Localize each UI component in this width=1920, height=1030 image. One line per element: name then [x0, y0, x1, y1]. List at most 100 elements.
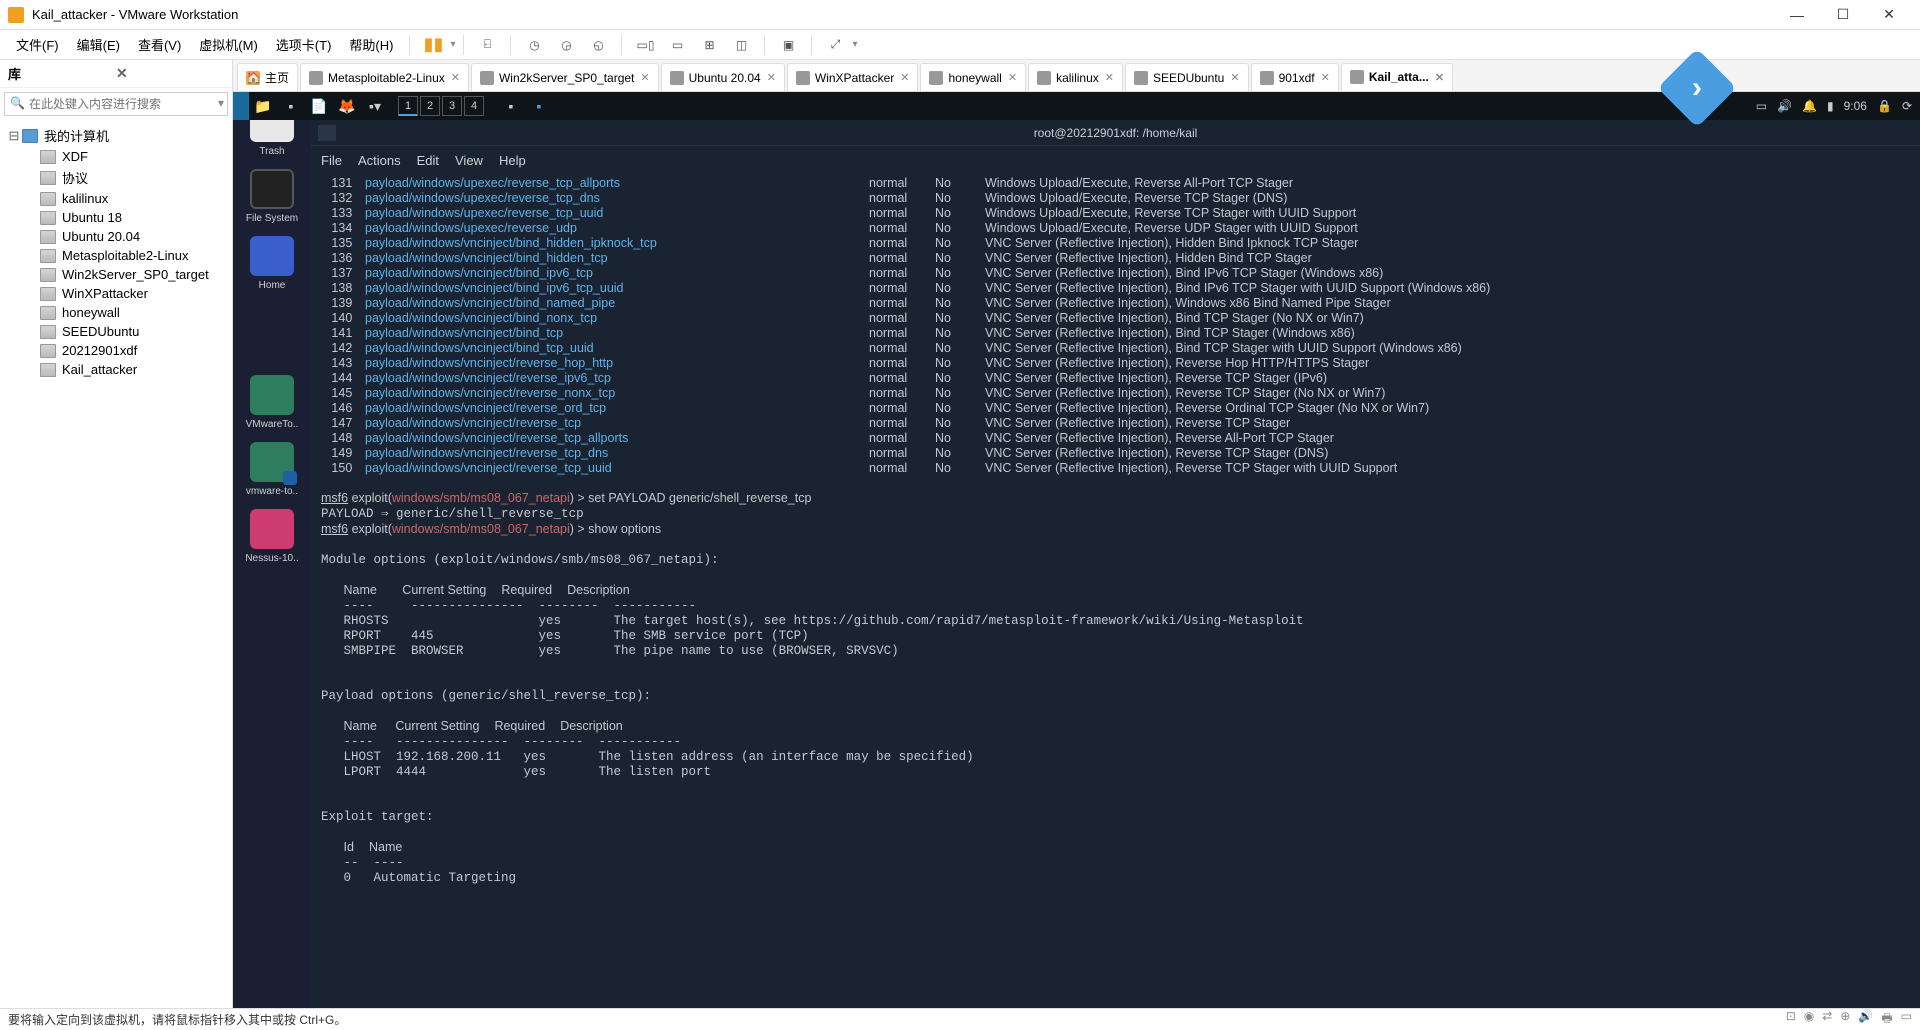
vmware-icon: [8, 7, 24, 23]
terminal-titlebar[interactable]: root@20212901xdf: /home/kail: [311, 120, 1920, 146]
fullscreen-icon[interactable]: ▣: [776, 33, 800, 57]
tree-item[interactable]: kalilinux: [0, 189, 232, 208]
stretch-icon[interactable]: ⤢: [823, 33, 847, 57]
view-multimonitor-icon[interactable]: ◫: [729, 33, 753, 57]
firefox-icon[interactable]: 🦊: [335, 94, 359, 118]
send-ctrl-alt-del-icon[interactable]: ⍇: [475, 33, 499, 57]
status-disk-icon[interactable]: ⊡: [1786, 1009, 1796, 1030]
tree-root[interactable]: ⊟ 我的计算机: [0, 124, 232, 147]
battery-icon[interactable]: ▮: [1827, 99, 1834, 113]
close-button[interactable]: ✕: [1866, 0, 1912, 30]
terminal-titlebar-icon: [318, 125, 336, 141]
vm-display[interactable]: 📁 ▪ 📄 🦊 ▪▾ 1 2 3 4 ▪ ▪ ▭ 🔊 🔔 ▮ 9:06: [233, 92, 1920, 1008]
snapshot-icon[interactable]: ◷: [522, 33, 546, 57]
tree-item[interactable]: honeywall: [0, 303, 232, 322]
tree-item[interactable]: Ubuntu 18: [0, 208, 232, 227]
pause-icon[interactable]: ▮▮: [421, 33, 445, 57]
search-dropdown-icon[interactable]: ▾: [218, 96, 224, 110]
tab-close-icon[interactable]: ✕: [900, 71, 909, 84]
notifications-icon[interactable]: 🔔: [1802, 99, 1817, 113]
desktop-filesystem[interactable]: File System: [242, 169, 302, 224]
tab-close-icon[interactable]: ✕: [451, 71, 460, 84]
term-menu-view[interactable]: View: [455, 153, 483, 168]
menu-tabs[interactable]: 选项卡(T): [268, 31, 340, 58]
sidebar-close-icon[interactable]: ✕: [116, 65, 224, 82]
window-titlebar: Kail_attacker - VMware Workstation — ☐ ✕: [0, 0, 1920, 30]
tab[interactable]: Kail_atta...✕: [1341, 63, 1453, 91]
tab[interactable]: kalilinux✕: [1028, 63, 1123, 91]
desktop-nessus[interactable]: Nessus-10..: [242, 509, 302, 564]
minimize-button[interactable]: —: [1774, 0, 1820, 30]
term-menu-actions[interactable]: Actions: [358, 153, 401, 168]
menu-file[interactable]: 文件(F): [8, 31, 67, 58]
workspace-1[interactable]: 1: [398, 96, 418, 116]
app-terminal-task-icon[interactable]: ▪: [499, 94, 523, 118]
tree-item[interactable]: WinXPattacker: [0, 284, 232, 303]
maximize-button[interactable]: ☐: [1820, 0, 1866, 30]
status-sound-icon[interactable]: 🔊: [1858, 1009, 1873, 1030]
kali-menu-icon[interactable]: [233, 92, 249, 120]
expand-icon[interactable]: ⊟: [8, 128, 20, 144]
term-menu-file[interactable]: File: [321, 153, 342, 168]
tab[interactable]: WinXPattacker✕: [787, 63, 919, 91]
menu-vm[interactable]: 虚拟机(M): [191, 31, 266, 58]
files-icon[interactable]: 📁: [251, 94, 275, 118]
view-console-icon[interactable]: ▭▯: [633, 33, 657, 57]
terminal-icon[interactable]: ▪: [279, 94, 303, 118]
tree-item[interactable]: Win2kServer_SP0_target: [0, 265, 232, 284]
tree-item[interactable]: Metasploitable2-Linux: [0, 246, 232, 265]
tab-close-icon[interactable]: ✕: [1105, 71, 1114, 84]
term-menu-help[interactable]: Help: [499, 153, 526, 168]
tree-item[interactable]: Kail_attacker: [0, 360, 232, 379]
status-display-icon[interactable]: ▭: [1901, 1009, 1912, 1030]
view-thumbnail-icon[interactable]: ⊞: [697, 33, 721, 57]
tab[interactable]: Ubuntu 20.04✕: [661, 63, 785, 91]
tree-item[interactable]: 20212901xdf: [0, 341, 232, 360]
status-usb-icon[interactable]: ⊕: [1840, 1009, 1850, 1030]
tab[interactable]: SEEDUbuntu✕: [1125, 63, 1249, 91]
tab-close-icon[interactable]: ✕: [1321, 71, 1330, 84]
snapshot-manage-icon[interactable]: ◵: [586, 33, 610, 57]
tab-close-icon[interactable]: ✕: [1435, 71, 1444, 84]
terminal-output[interactable]: 131payload/windows/upexec/reverse_tcp_al…: [311, 174, 1920, 1008]
tree-item[interactable]: 协议: [0, 166, 232, 189]
workspace-4[interactable]: 4: [464, 96, 484, 116]
desktop-vmware-tools-folder[interactable]: vmware-to..: [242, 442, 302, 497]
editor-icon[interactable]: 📄: [307, 94, 331, 118]
status-printer-icon[interactable]: 🖶: [1881, 1009, 1892, 1030]
menu-help[interactable]: 帮助(H): [341, 31, 401, 58]
tree-item[interactable]: XDF: [0, 147, 232, 166]
tab[interactable]: 🏠主页: [237, 63, 298, 91]
tab[interactable]: 901xdf✕: [1251, 63, 1339, 91]
menu-edit[interactable]: 编辑(E): [69, 31, 128, 58]
menu-view[interactable]: 查看(V): [130, 31, 189, 58]
tree-item[interactable]: SEEDUbuntu: [0, 322, 232, 341]
desktop-vmwaretools[interactable]: VMwareTo..: [242, 375, 302, 430]
statusbar-text: 要将输入定向到该虚拟机，请将鼠标指针移入其中或按 Ctrl+G。: [8, 1011, 346, 1028]
status-cd-icon[interactable]: ◉: [1804, 1009, 1814, 1030]
status-network-icon[interactable]: ⇄: [1822, 1009, 1832, 1030]
network-icon[interactable]: ▭: [1756, 99, 1767, 113]
workspace-3[interactable]: 3: [442, 96, 462, 116]
desktop-home[interactable]: Home: [242, 236, 302, 291]
tab-close-icon[interactable]: ✕: [640, 71, 649, 84]
tab[interactable]: honeywall✕: [920, 63, 1026, 91]
power-icon[interactable]: ⟳: [1902, 99, 1912, 113]
clock[interactable]: 9:06: [1844, 99, 1867, 113]
tab-close-icon[interactable]: ✕: [1008, 71, 1017, 84]
shell-dropdown-icon[interactable]: ▪▾: [363, 94, 387, 118]
tab[interactable]: Win2kServer_SP0_target✕: [471, 63, 659, 91]
volume-icon[interactable]: 🔊: [1777, 99, 1792, 113]
term-menu-edit[interactable]: Edit: [417, 153, 439, 168]
tab[interactable]: Metasploitable2-Linux✕: [300, 63, 469, 91]
app-files-task-icon[interactable]: ▪: [527, 94, 551, 118]
workspace-2[interactable]: 2: [420, 96, 440, 116]
tab-close-icon[interactable]: ✕: [1230, 71, 1239, 84]
view-unity-icon[interactable]: ▭: [665, 33, 689, 57]
tree-item[interactable]: Ubuntu 20.04: [0, 227, 232, 246]
vm-icon: [40, 171, 56, 185]
tab-close-icon[interactable]: ✕: [767, 71, 776, 84]
snapshot-revert-icon[interactable]: ◶: [554, 33, 578, 57]
lock-icon[interactable]: 🔒: [1877, 99, 1892, 113]
search-input[interactable]: [4, 92, 228, 116]
